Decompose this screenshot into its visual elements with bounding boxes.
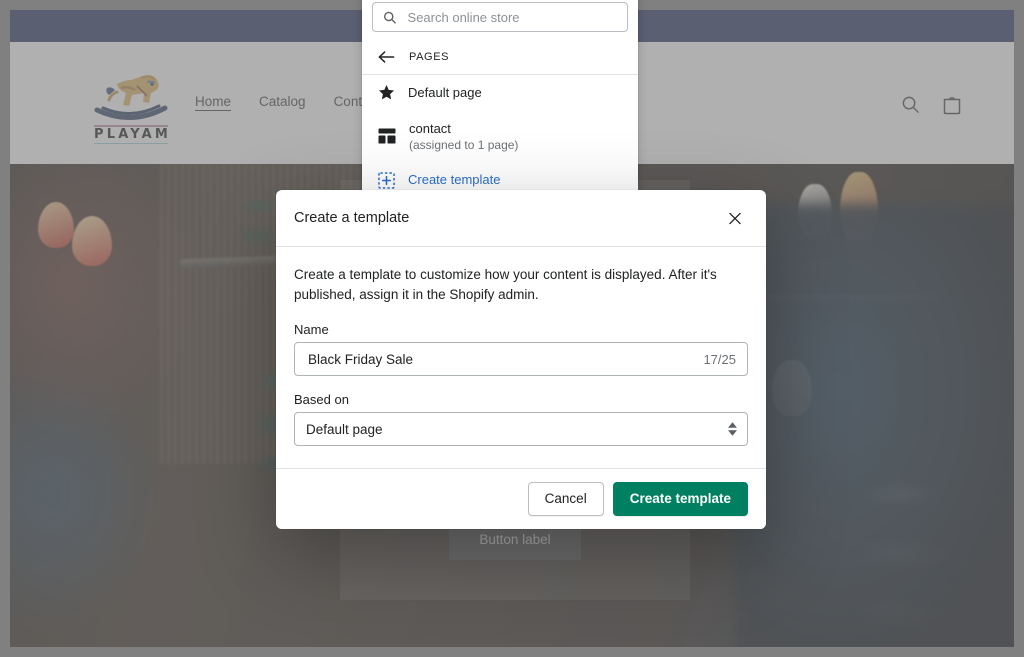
name-field-label: Name — [294, 322, 329, 338]
template-item-subtitle: (assigned to 1 page) — [409, 138, 519, 153]
app-root: PLAYAM Home Catalog Contact Button label… — [0, 0, 1024, 657]
nav-item-home[interactable]: Home — [195, 94, 231, 109]
modal-header: Create a template — [276, 190, 766, 247]
shopping-bag-icon[interactable] — [942, 94, 962, 115]
based-on-select[interactable]: Default page — [294, 412, 748, 447]
name-input-box[interactable]: 17/25 — [294, 342, 748, 377]
template-item-title: contact — [409, 120, 451, 136]
search-icon — [384, 11, 396, 24]
modal-footer: Cancel Create template — [276, 468, 766, 530]
name-input[interactable] — [306, 350, 704, 368]
template-search-input[interactable] — [405, 8, 617, 26]
template-picker-panel: PAGES Default page contact (assigned to … — [362, 0, 638, 202]
store-logo[interactable]: PLAYAM — [88, 62, 174, 144]
search-icon[interactable] — [901, 95, 920, 114]
create-template-modal: Create a template Create a template to c… — [276, 190, 766, 530]
modal-title: Create a template — [294, 210, 410, 226]
nav-item-catalog[interactable]: Catalog — [259, 94, 306, 109]
name-field-group: Name 17/25 — [294, 322, 748, 377]
create-template-button[interactable]: Create template — [612, 482, 748, 517]
add-template-icon — [378, 171, 395, 189]
close-icon — [729, 212, 741, 224]
photo-doll — [38, 202, 74, 248]
template-search-box[interactable] — [372, 2, 628, 32]
modal-body: Create a template to customize how your … — [276, 247, 766, 468]
based-on-field-label: Based on — [294, 392, 349, 408]
select-chevrons-icon — [728, 422, 737, 436]
star-icon — [378, 85, 395, 100]
photo-dark-curtain — [734, 204, 1014, 647]
based-on-field-group: Based on Default page — [294, 392, 748, 447]
arrow-left-icon[interactable] — [378, 50, 395, 64]
name-char-counter: 17/25 — [703, 351, 736, 367]
template-item-title: Default page — [408, 85, 482, 100]
logo-rule-bottom — [94, 142, 168, 144]
cancel-button[interactable]: Cancel — [527, 482, 604, 517]
logo-wordmark: PLAYAM — [94, 126, 171, 142]
template-picker-header[interactable]: PAGES — [362, 42, 638, 75]
rocking-horse-icon — [94, 75, 168, 121]
layout-icon — [378, 128, 396, 144]
store-header-icons — [901, 94, 962, 115]
template-item-contact[interactable]: contact (assigned to 1 page) — [362, 111, 638, 163]
photo-doll — [72, 216, 112, 266]
template-item-title: Create template — [408, 172, 501, 188]
based-on-select-value: Default page — [306, 421, 383, 437]
template-item-default-page[interactable]: Default page — [362, 75, 638, 111]
template-search-row — [362, 0, 638, 42]
store-nav: Home Catalog Contact — [195, 94, 380, 109]
modal-description: Create a template to customize how your … — [294, 267, 717, 302]
close-button[interactable] — [722, 205, 748, 231]
template-section-label: PAGES — [409, 51, 450, 63]
